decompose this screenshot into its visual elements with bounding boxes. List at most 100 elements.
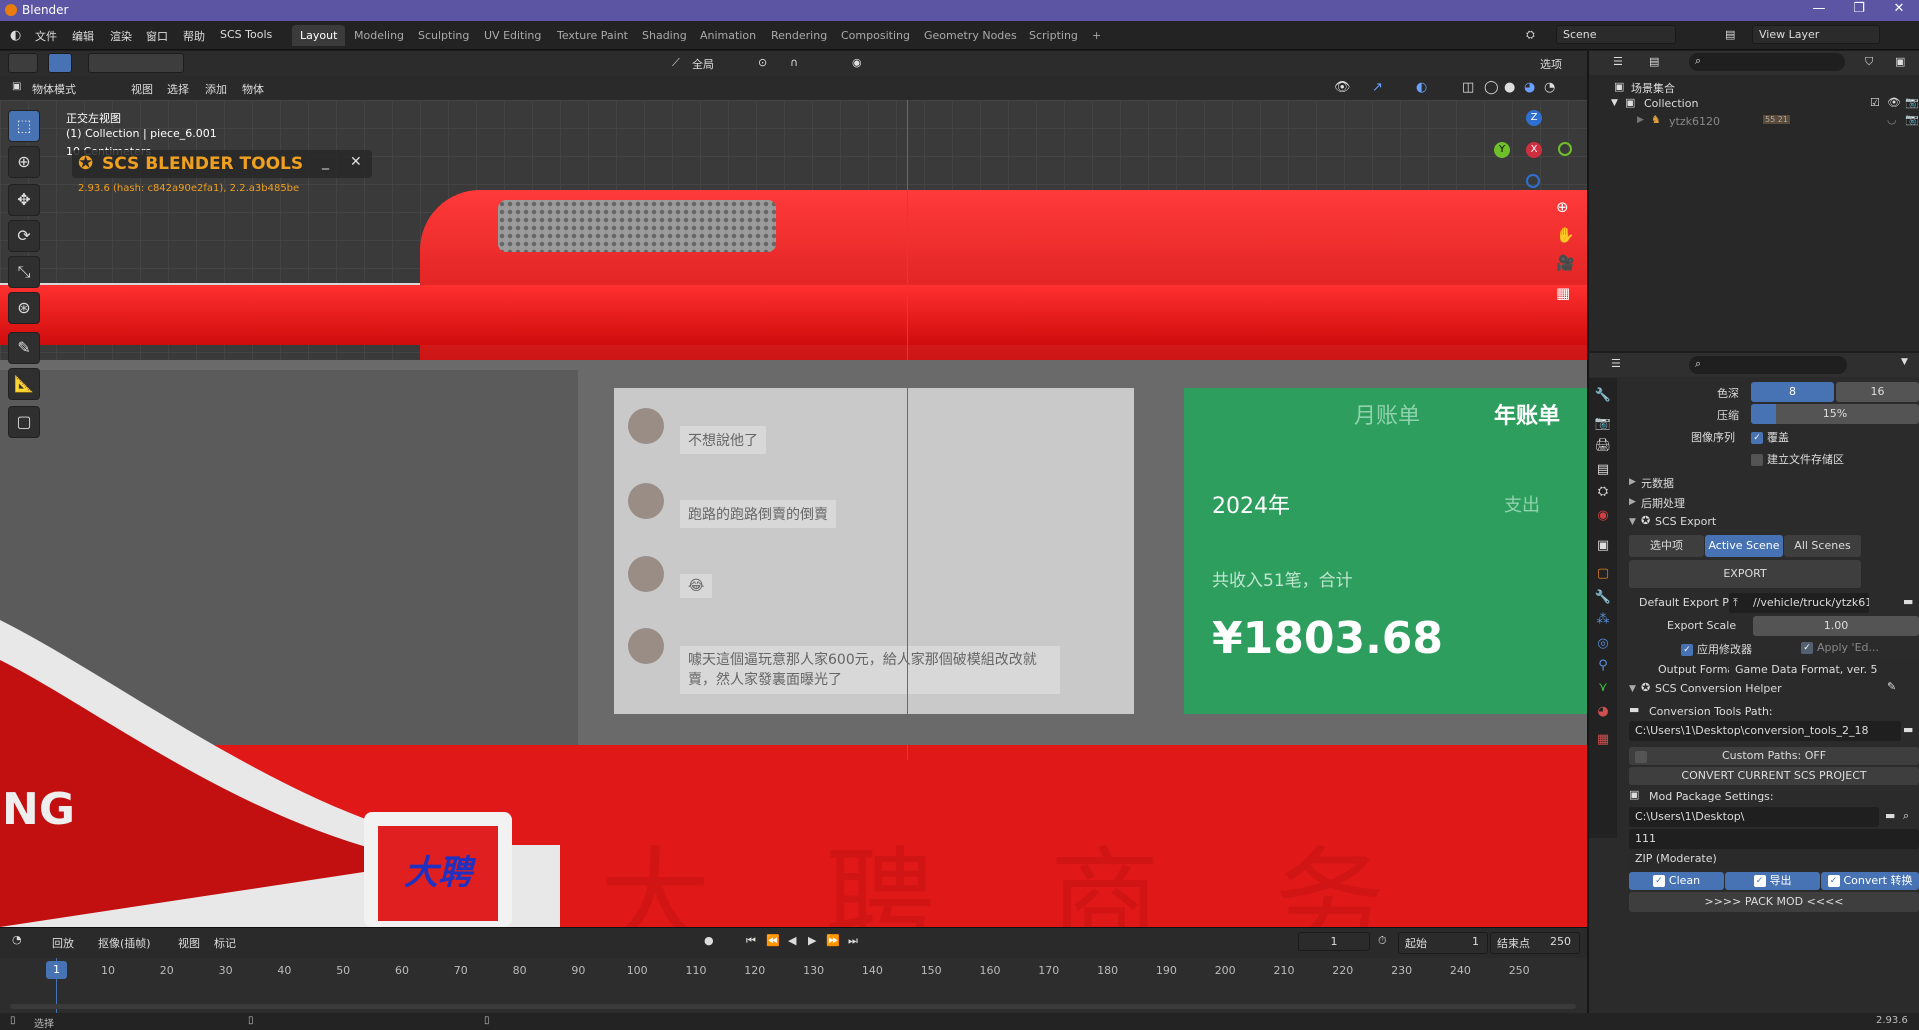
- display-mode-icon[interactable]: ▤: [1649, 55, 1659, 68]
- scene-selector[interactable]: Scene: [1556, 25, 1676, 44]
- chevron-right-icon[interactable]: ▶: [1629, 477, 1636, 487]
- custom-paths-toggle[interactable]: Custom Paths: OFF: [1629, 747, 1919, 765]
- conversion-helper-section[interactable]: SCS Conversion Helper: [1655, 682, 1782, 695]
- editor-type-button[interactable]: [8, 53, 38, 73]
- snap-icon[interactable]: ⊙: [758, 56, 767, 69]
- mode-selector[interactable]: 物体模式: [32, 81, 76, 97]
- menu-object[interactable]: 物体: [242, 81, 264, 97]
- render-tab-icon[interactable]: 📷: [1593, 414, 1613, 434]
- scene-collection-label[interactable]: 场景集合: [1631, 80, 1675, 96]
- scale-tool[interactable]: ⤡: [8, 256, 40, 288]
- physics-tab-icon[interactable]: ◎: [1593, 634, 1613, 654]
- select-box-tool[interactable]: ⬚: [8, 110, 40, 142]
- wireframe-shading-icon[interactable]: ◯: [1484, 80, 1499, 95]
- play-reverse-icon[interactable]: ◀: [788, 934, 796, 947]
- tab-geometry-nodes[interactable]: Geometry Nodes: [916, 25, 1025, 46]
- convert-toggle[interactable]: ✓ Convert 转换: [1821, 872, 1919, 890]
- solid-shading-icon[interactable]: ●: [1504, 80, 1515, 95]
- timeline-scrollbar[interactable]: [10, 1004, 1576, 1009]
- playhead-handle[interactable]: 1: [46, 961, 67, 979]
- chevron-right-icon[interactable]: ▶: [1629, 497, 1636, 507]
- menu-marker[interactable]: 标记: [214, 935, 236, 951]
- close-button[interactable]: ✕: [1879, 1, 1919, 20]
- tab-layout[interactable]: Layout: [292, 25, 346, 46]
- chevron-down-icon[interactable]: ▼: [1629, 684, 1636, 694]
- particles-tab-icon[interactable]: ⁂: [1593, 610, 1613, 630]
- minimize-button[interactable]: —: [1799, 1, 1839, 20]
- prev-keyframe-icon[interactable]: ⏪: [766, 934, 780, 947]
- tab-animation[interactable]: Animation: [692, 25, 764, 46]
- output-format-dropdown[interactable]: Game Data Format, ver. 5: [1729, 660, 1919, 680]
- play-icon[interactable]: ▶: [808, 934, 816, 947]
- menu-add[interactable]: 添加: [205, 81, 227, 97]
- output-tab-icon[interactable]: 🖨: [1593, 436, 1613, 456]
- options-dropdown[interactable]: 选项: [1540, 56, 1562, 72]
- jump-start-icon[interactable]: ⏮: [746, 934, 756, 948]
- tab-texture-paint[interactable]: Texture Paint: [549, 25, 636, 46]
- tab-shading[interactable]: Shading: [634, 25, 695, 46]
- transform-tool[interactable]: ⊛: [8, 292, 40, 324]
- mod-path-field[interactable]: C:\Users\1\Desktop\: [1629, 807, 1879, 827]
- 3d-viewport[interactable]: 不想說他了 跑路的跑路倒賣的倒賣 😂 噱天這個逼玩意那人家600元，給人家那個破…: [0, 100, 1587, 927]
- export-selected-option[interactable]: 选中项: [1629, 535, 1704, 557]
- object-label[interactable]: ytzk6120: [1669, 115, 1720, 128]
- menu-select[interactable]: 选择: [167, 81, 189, 97]
- pivot-icon[interactable]: ⟋: [672, 56, 680, 70]
- current-frame-field[interactable]: 1: [1298, 932, 1370, 951]
- constraints-tab-icon[interactable]: ⚲: [1593, 656, 1613, 676]
- tab-uv-editing[interactable]: UV Editing: [476, 25, 549, 46]
- collection-tab-icon[interactable]: ▣: [1593, 536, 1613, 556]
- overwrite-checkbox[interactable]: ✓ 覆盖: [1751, 429, 1789, 445]
- visibility-eye-icon[interactable]: 👁: [1887, 96, 1901, 109]
- blender-menu-icon[interactable]: ◐: [10, 28, 21, 43]
- export-button[interactable]: EXPORT: [1629, 560, 1861, 588]
- metadata-section[interactable]: 元数据: [1641, 475, 1674, 491]
- texture-tab-icon[interactable]: ▦: [1593, 730, 1613, 750]
- z-axis-icon[interactable]: Z: [1526, 110, 1542, 126]
- export-active-scene-option[interactable]: Active Scene: [1705, 535, 1783, 557]
- view-layer-selector[interactable]: View Layer: [1752, 25, 1880, 44]
- properties-search-input[interactable]: [1689, 356, 1847, 374]
- tools-path-field[interactable]: C:\Users\1\Desktop\conversion_tools_2_18: [1629, 721, 1901, 741]
- menu-scs-tools[interactable]: SCS Tools: [220, 28, 272, 41]
- render-camera-icon[interactable]: 📷: [1905, 96, 1919, 109]
- compression-slider[interactable]: 15%: [1751, 404, 1919, 424]
- magnet-icon[interactable]: ∩: [790, 56, 798, 69]
- zoom-icon[interactable]: ⊕: [1556, 198, 1569, 216]
- scs-panel-close[interactable]: ✕: [350, 154, 362, 170]
- timeline-editor-icon[interactable]: ◔: [12, 933, 22, 946]
- selection-mode-group[interactable]: [88, 53, 184, 73]
- annotate-tool[interactable]: ✎: [8, 332, 40, 364]
- navigation-gizmo[interactable]: Z Y X: [1494, 110, 1574, 190]
- folder-icon[interactable]: ▬: [1903, 723, 1913, 736]
- collection-checkbox-icon[interactable]: ☑: [1870, 96, 1880, 109]
- y-axis-icon[interactable]: Y: [1494, 142, 1510, 158]
- jump-end-icon[interactable]: ⏭: [848, 934, 858, 948]
- modifier-tab-icon[interactable]: 🔧: [1593, 588, 1613, 608]
- clean-toggle[interactable]: ✓ Clean: [1629, 872, 1724, 890]
- mod-name-field[interactable]: 111: [1629, 829, 1919, 849]
- pack-mod-button[interactable]: >>>> PACK MOD <<<<: [1629, 892, 1919, 912]
- gizmo-icon[interactable]: ↗: [1372, 80, 1383, 95]
- placeholders-checkbox[interactable]: 建立文件存储区: [1751, 451, 1844, 467]
- tab-compositing[interactable]: Compositing: [833, 25, 918, 46]
- add-cube-tool[interactable]: ▢: [8, 406, 40, 438]
- properties-editor-icon[interactable]: ☰: [1611, 357, 1621, 370]
- menu-render[interactable]: 渲染: [110, 28, 132, 44]
- maximize-button[interactable]: ❐: [1839, 1, 1879, 20]
- edit-icon[interactable]: ✎: [1887, 680, 1896, 693]
- collection-label[interactable]: Collection: [1644, 97, 1698, 110]
- tool-tab-icon[interactable]: 🔧: [1593, 386, 1613, 406]
- chevron-down-icon[interactable]: ▼: [1611, 98, 1618, 108]
- transform-orientation[interactable]: 全局: [692, 56, 714, 72]
- record-icon[interactable]: ●: [704, 934, 714, 947]
- next-keyframe-icon[interactable]: ⏩: [826, 934, 840, 947]
- chevron-right-icon[interactable]: ▶: [1637, 115, 1644, 125]
- apply-modifiers-checkbox[interactable]: ✓ 应用修改器: [1681, 641, 1752, 657]
- scs-panel-minimize[interactable]: _: [322, 154, 329, 170]
- add-workspace-icon[interactable]: +: [1084, 25, 1109, 46]
- color-depth-16[interactable]: 16: [1836, 382, 1919, 402]
- mod-compression-dropdown[interactable]: ZIP (Moderate): [1629, 849, 1919, 869]
- export-scale-field[interactable]: 1.00: [1753, 616, 1919, 636]
- menu-view[interactable]: 视图: [131, 81, 153, 97]
